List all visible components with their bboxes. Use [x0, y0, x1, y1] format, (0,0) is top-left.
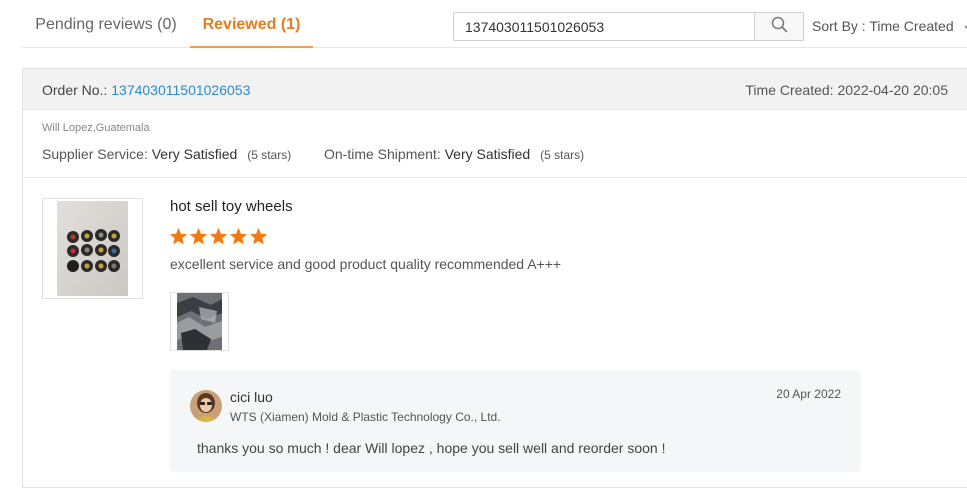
buyer-name-location: Will Lopez,Guatemala: [42, 122, 150, 134]
tab-pending-reviews[interactable]: Pending reviews (0): [22, 0, 190, 48]
supplier-reply: cici luo WTS (Xiamen) Mold & Plastic Tec…: [170, 370, 861, 472]
top-bar: Pending reviews (0) Reviewed (1) Sort By…: [22, 0, 967, 48]
review-text: excellent service and good product quali…: [170, 256, 562, 272]
service-ratings: Supplier Service: Very Satisfied (5 star…: [42, 146, 584, 162]
order-number: Order No.: 137403011501026053: [42, 69, 250, 111]
supplier-service-stars: (5 stars): [247, 148, 292, 162]
product-image[interactable]: [42, 198, 143, 299]
reply-date: 20 Apr 2022: [776, 387, 841, 401]
review-card: Order No.: 137403011501026053 Time Creat…: [22, 68, 967, 488]
tab-reviewed[interactable]: Reviewed (1): [190, 0, 313, 48]
star-icon: [169, 227, 188, 245]
tab-reviewed-label: Reviewed (1): [202, 16, 301, 33]
on-time-shipment-rating: On-time Shipment: Very Satisfied (5 star…: [324, 146, 584, 162]
reply-author-name: cici luo: [230, 389, 273, 405]
reply-author-company: WTS (Xiamen) Mold & Plastic Technology C…: [230, 410, 501, 424]
on-time-shipment-value: Very Satisfied: [444, 146, 531, 162]
order-number-label: Order No.:: [42, 82, 108, 98]
star-icon: [249, 227, 268, 245]
product-title: hot sell toy wheels: [170, 198, 293, 215]
star-icon: [189, 227, 208, 245]
order-number-link[interactable]: 137403011501026053: [111, 82, 250, 98]
search-icon: [771, 16, 788, 38]
avatar[interactable]: [190, 390, 222, 422]
supplier-service-label: Supplier Service:: [42, 146, 148, 162]
star-icon: [209, 227, 228, 245]
chevron-down-icon: [964, 1, 967, 53]
search-button[interactable]: [754, 13, 803, 40]
supplier-service-rating: Supplier Service: Very Satisfied (5 star…: [42, 146, 291, 162]
on-time-shipment-stars: (5 stars): [540, 148, 585, 162]
time-created: Time Created: 2022-04-20 20:05: [745, 82, 948, 98]
product-star-rating: [169, 227, 268, 245]
star-icon: [229, 227, 248, 245]
reply-text: thanks you so much ! dear Will lopez , h…: [197, 440, 666, 456]
sort-by-label: Sort By : Time Created: [812, 18, 954, 34]
tab-pending-reviews-label: Pending reviews (0): [35, 16, 177, 33]
divider: [23, 177, 967, 178]
supplier-service-value: Very Satisfied: [151, 146, 238, 162]
on-time-shipment-label: On-time Shipment:: [324, 146, 441, 162]
sort-by-dropdown[interactable]: Sort By : Time Created: [812, 0, 967, 48]
review-photo-thumbnail[interactable]: [170, 292, 229, 351]
search-box: [453, 12, 804, 41]
order-header: Order No.: 137403011501026053 Time Creat…: [23, 69, 967, 110]
search-input[interactable]: [454, 13, 754, 40]
product-photo-icon: [57, 201, 128, 296]
review-photo-icon: [177, 293, 222, 350]
